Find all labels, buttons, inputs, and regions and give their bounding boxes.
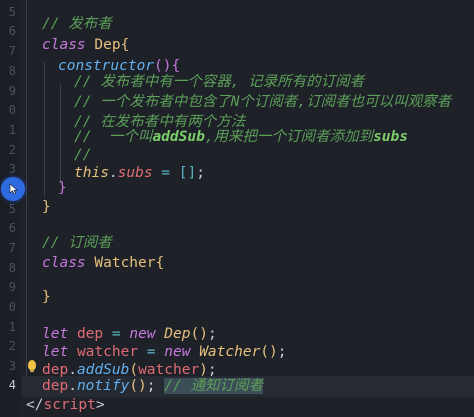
operator: = <box>138 344 165 360</box>
line-number: 6 <box>8 24 16 38</box>
method-call: notify <box>76 378 130 394</box>
brace: } <box>42 199 51 215</box>
brace: { <box>155 255 165 271</box>
code-line[interactable]: </script> <box>26 395 105 416</box>
new-keyword: new <box>129 326 156 342</box>
variable: dep <box>76 326 104 342</box>
semicolon: ; <box>146 378 156 394</box>
semicolon: ; <box>207 326 217 342</box>
code-line[interactable]: // 发布者 <box>42 14 112 35</box>
line-number: 8 <box>8 64 16 78</box>
code-line[interactable]: // 一个叫addSub,用来把一个订阅者添加到subs <box>74 127 408 148</box>
semicolon: ; <box>196 165 205 181</box>
this-keyword: this <box>74 165 109 181</box>
code-line-current[interactable]: dep.notify(); // 通知订阅者 <box>42 376 263 397</box>
code-line[interactable]: } <box>42 287 51 308</box>
code-line[interactable]: } <box>58 178 67 199</box>
class-name: Watcher <box>94 255 156 271</box>
line-number: 6 <box>8 221 16 235</box>
line-number: 5 <box>8 202 16 216</box>
line-number: 1 <box>8 123 16 137</box>
line-number: 7 <box>8 241 16 255</box>
indent-guide <box>44 62 45 197</box>
line-number: 2 <box>8 143 16 157</box>
line-number: 2 <box>8 339 16 353</box>
comment: // <box>74 147 92 163</box>
line-number: 9 <box>8 280 16 294</box>
code-line[interactable]: } <box>42 197 51 218</box>
keyword: let <box>42 326 69 342</box>
line-number: 0 <box>8 300 16 314</box>
class-name: Dep <box>94 37 121 53</box>
tag-close: > <box>95 397 105 413</box>
array-literal: [] <box>178 165 197 181</box>
code-editor[interactable]: 5 6 7 8 9 0 1 2 3 4 5 6 7 8 9 0 1 2 3 4 … <box>0 0 474 417</box>
class-name: Watcher <box>199 344 261 360</box>
keyword: let <box>42 344 69 360</box>
line-number-gutter: 5 6 7 8 9 0 1 2 3 4 5 6 7 8 9 0 1 2 3 4 <box>0 0 20 417</box>
line-number: 1 <box>8 320 16 334</box>
operator: = <box>152 165 179 181</box>
code-line[interactable]: class Dep{ <box>42 35 129 56</box>
line-number: 0 <box>8 103 16 117</box>
code-line[interactable]: class Watcher{ <box>42 253 164 274</box>
code-line[interactable]: // 一个发布者中包含了N个订阅者,订阅者也可以叫观察者 <box>74 92 451 113</box>
property: subs <box>117 165 153 181</box>
comment: // 一个发布者中包含了N个订阅者,订阅者也可以叫观察者 <box>74 94 452 110</box>
line-number: 7 <box>8 44 16 58</box>
line-number: 8 <box>8 261 16 275</box>
keyword: class <box>42 255 86 271</box>
line-number-current: 4 <box>8 378 16 392</box>
semicolon: ; <box>277 344 287 360</box>
comment: // 一个叫addSub,用来把一个订阅者添加到subs <box>74 129 408 145</box>
indent-guide <box>60 84 61 184</box>
class-name: Dep <box>164 326 191 342</box>
mouse-pointer-icon <box>9 183 19 195</box>
brace: { <box>120 37 130 53</box>
dot: . <box>68 378 77 394</box>
code-line[interactable]: // 发布者中有一个容器, 记录所有的订阅者 <box>74 72 364 93</box>
lightbulb-icon[interactable] <box>28 360 36 372</box>
variable: watcher <box>76 344 139 360</box>
call-parens: () <box>129 378 147 394</box>
dot: . <box>108 165 118 181</box>
object-name: dep <box>42 378 69 394</box>
keyword: class <box>42 37 86 53</box>
code-line[interactable]: this.subs = []; <box>74 163 205 184</box>
call-parens: () <box>260 344 278 360</box>
operator: = <box>103 326 130 342</box>
brace: } <box>42 289 51 305</box>
code-line[interactable]: // 订阅者 <box>42 233 112 254</box>
indent-guide <box>26 0 27 395</box>
brace: } <box>58 180 67 196</box>
call-parens: () <box>190 326 208 342</box>
comment: // 发布者中有一个容器, 记录所有的订阅者 <box>74 74 365 90</box>
tag-open: </ <box>26 397 44 413</box>
line-number: 9 <box>8 84 16 98</box>
line-number: 3 <box>8 359 16 373</box>
comment: // 订阅者 <box>42 235 112 251</box>
new-keyword: new <box>164 344 191 360</box>
selected-comment[interactable]: // 通知订阅者 <box>164 378 263 394</box>
tag-name: script <box>43 397 96 413</box>
line-number: 5 <box>8 5 16 19</box>
line-number: 3 <box>8 162 16 176</box>
comment: // 发布者 <box>42 16 112 32</box>
